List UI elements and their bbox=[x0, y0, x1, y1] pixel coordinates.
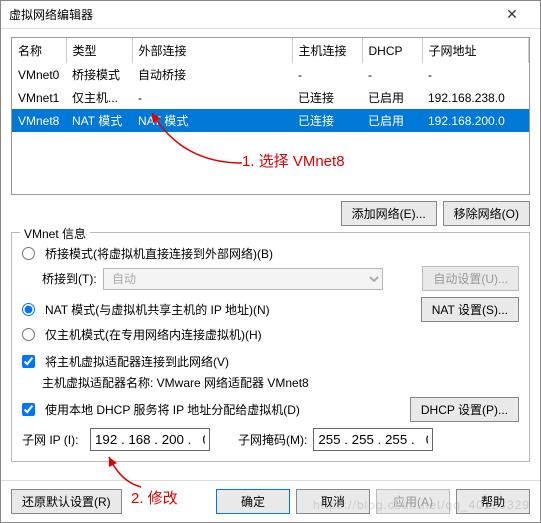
nat-settings-button[interactable]: NAT 设置(S)... bbox=[421, 297, 519, 322]
col-header[interactable]: 名称 bbox=[12, 38, 66, 63]
connect-host-label: 将主机虚拟适配器连接到此网络(V) bbox=[45, 353, 229, 370]
col-header[interactable]: 类型 bbox=[66, 38, 132, 63]
dhcp-checkbox[interactable] bbox=[22, 403, 35, 416]
help-button[interactable]: 帮助 bbox=[456, 489, 530, 514]
vnet-editor-window: 虚拟网络编辑器 ✕ 名称类型外部连接主机连接DHCP子网地址 VMnet0桥接模… bbox=[0, 0, 541, 523]
subnet-row: 子网 IP (I): 子网掩码(M): bbox=[22, 428, 519, 451]
vmnet-info-group: VMnet 信息 桥接模式(将虚拟机直接连接到外部网络)(B) 桥接到(T): … bbox=[11, 232, 530, 462]
subnet-mask-label: 子网掩码(M): bbox=[238, 431, 307, 448]
table-row[interactable]: VMnet8NAT 模式NAT 模式已连接已启用192.168.200.0 bbox=[12, 109, 529, 132]
dhcp-label: 使用本地 DHCP 服务将 IP 地址分配给虚拟机(D) bbox=[45, 401, 300, 418]
nat-radio-row[interactable]: NAT 模式(与虚拟机共享主机的 IP 地址)(N) NAT 设置(S)... bbox=[22, 297, 519, 322]
table-row[interactable]: VMnet0桥接模式自动桥接--- bbox=[12, 63, 529, 86]
subnet-ip-input[interactable] bbox=[90, 428, 210, 451]
bridged-combo: 自动 bbox=[103, 268, 383, 290]
connect-host-checkbox[interactable] bbox=[22, 355, 35, 368]
col-header[interactable]: 外部连接 bbox=[132, 38, 292, 63]
close-icon[interactable]: ✕ bbox=[492, 6, 532, 23]
add-network-button[interactable]: 添加网络(E)... bbox=[341, 201, 437, 226]
apply-button: 应用(A) bbox=[376, 489, 450, 514]
subnet-mask-input[interactable] bbox=[313, 428, 433, 451]
network-buttons: 添加网络(E)... 移除网络(O) bbox=[11, 201, 530, 226]
annotation-text-1: 1. 选择 VMnet8 bbox=[242, 150, 345, 171]
annotation-text-2: 2. 修改 bbox=[131, 487, 178, 508]
connect-host-row[interactable]: 将主机虚拟适配器连接到此网络(V) bbox=[22, 353, 519, 370]
restore-defaults-button[interactable]: 还原默认设置(R) bbox=[11, 489, 122, 514]
subnet-ip-label: 子网 IP (I): bbox=[22, 431, 84, 448]
nat-radio[interactable] bbox=[22, 303, 35, 316]
dhcp-settings-button[interactable]: DHCP 设置(P)... bbox=[410, 397, 519, 422]
network-table: 名称类型外部连接主机连接DHCP子网地址 VMnet0桥接模式自动桥接---VM… bbox=[11, 37, 530, 195]
hostonly-radio-row[interactable]: 仅主机模式(在专用网络内连接虚拟机)(H) bbox=[22, 326, 519, 343]
auto-settings-button: 自动设置(U)... bbox=[422, 266, 519, 291]
bridged-radio[interactable] bbox=[22, 247, 35, 260]
bottom-bar: 还原默认设置(R) 2. 修改 确定 取消 应用(A) 帮助 bbox=[1, 480, 540, 522]
bridged-to-label: 桥接到(T): bbox=[42, 270, 97, 287]
window-title: 虚拟网络编辑器 bbox=[9, 6, 492, 23]
nat-label: NAT 模式(与虚拟机共享主机的 IP 地址)(N) bbox=[45, 301, 270, 318]
col-header[interactable]: 子网地址 bbox=[422, 38, 529, 63]
remove-network-button[interactable]: 移除网络(O) bbox=[443, 201, 530, 226]
col-header[interactable]: 主机连接 bbox=[292, 38, 362, 63]
hostonly-label: 仅主机模式(在专用网络内连接虚拟机)(H) bbox=[45, 326, 262, 343]
dhcp-row[interactable]: 使用本地 DHCP 服务将 IP 地址分配给虚拟机(D) DHCP 设置(P).… bbox=[22, 397, 519, 422]
adapter-name-text: 主机虚拟适配器名称: VMware 网络适配器 VMnet8 bbox=[42, 374, 519, 391]
table-row[interactable]: VMnet1仅主机...-已连接已启用192.168.238.0 bbox=[12, 86, 529, 109]
col-header[interactable]: DHCP bbox=[362, 38, 422, 63]
ok-button[interactable]: 确定 bbox=[216, 489, 290, 514]
group-title: VMnet 信息 bbox=[20, 225, 90, 242]
content-area: 名称类型外部连接主机连接DHCP子网地址 VMnet0桥接模式自动桥接---VM… bbox=[1, 29, 540, 480]
bridged-sub-row: 桥接到(T): 自动 自动设置(U)... bbox=[42, 266, 519, 291]
hostonly-radio[interactable] bbox=[22, 328, 35, 341]
bridged-radio-row[interactable]: 桥接模式(将虚拟机直接连接到外部网络)(B) bbox=[22, 245, 519, 262]
bridged-label: 桥接模式(将虚拟机直接连接到外部网络)(B) bbox=[45, 245, 273, 262]
titlebar: 虚拟网络编辑器 ✕ bbox=[1, 1, 540, 29]
cancel-button[interactable]: 取消 bbox=[296, 489, 370, 514]
